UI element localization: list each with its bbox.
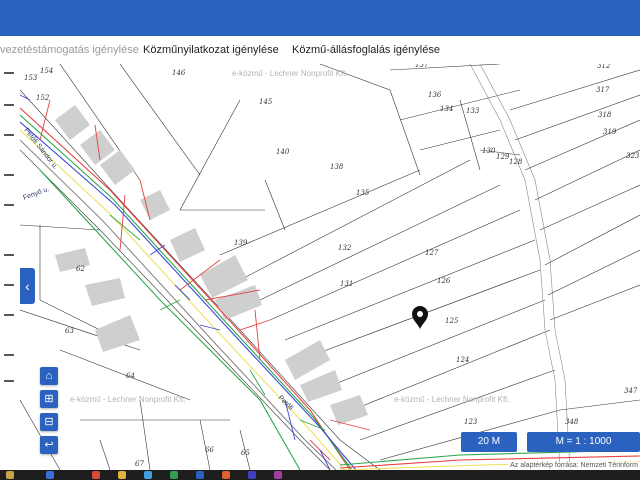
map-watermark: e-közmű - Lechner Nonprofit Kft. bbox=[70, 395, 186, 404]
panel-marker bbox=[4, 354, 14, 356]
parcel-label: 348 bbox=[565, 418, 579, 426]
tab-vezetestamogatas[interactable]: vezetéstámogatás igénylése bbox=[0, 44, 139, 56]
parcel-label: 132 bbox=[338, 244, 352, 252]
panel-marker bbox=[4, 104, 14, 106]
parcel-label: 152 bbox=[36, 94, 50, 102]
parcel-label: 131 bbox=[340, 280, 353, 288]
back-arrow-icon[interactable]: ↩ bbox=[40, 436, 58, 454]
parcel-label: 63 bbox=[65, 327, 74, 335]
tab-kozmu-allasfoglalas[interactable]: Közmű-állásfoglalás igénylése bbox=[292, 44, 440, 56]
zoom-out-icon[interactable]: ⊟ bbox=[40, 413, 58, 431]
app-header bbox=[0, 0, 640, 36]
taskbar-app-icon[interactable] bbox=[6, 471, 14, 479]
parcel-label: 123 bbox=[464, 418, 478, 426]
parcel-label: 347 bbox=[624, 387, 638, 395]
tab-bar: vezetéstámogatás igénylése Közműnyilatko… bbox=[0, 36, 640, 65]
parcel-label: 323 bbox=[626, 152, 640, 160]
parcel-boundaries bbox=[20, 64, 640, 470]
parcel-label: 146 bbox=[172, 69, 186, 77]
taskbar-app-icon[interactable] bbox=[92, 471, 100, 479]
panel-marker bbox=[4, 254, 14, 256]
taskbar-app-icon[interactable] bbox=[274, 471, 282, 479]
panel-marker bbox=[4, 314, 14, 316]
parcel-label: 126 bbox=[437, 277, 451, 285]
map-canvas[interactable]: 154 153 152 146 145 140 139 138 135 132 … bbox=[20, 64, 640, 470]
parcel-label: 129 bbox=[496, 153, 510, 161]
parcel-label: 153 bbox=[24, 74, 38, 82]
side-panel bbox=[0, 64, 21, 414]
parcel-label: 140 bbox=[276, 148, 290, 156]
map-pin-icon[interactable] bbox=[412, 306, 428, 329]
parcel-label: 134 bbox=[440, 105, 453, 113]
os-taskbar bbox=[0, 470, 640, 480]
parcel-label: 135 bbox=[356, 189, 370, 197]
taskbar-app-icon[interactable] bbox=[144, 471, 152, 479]
parcel-label: 138 bbox=[330, 163, 344, 171]
map-watermark: e-közmű - Lechner Nonprofit Kft. bbox=[394, 395, 510, 404]
parcel-label: 137 bbox=[415, 64, 429, 69]
parcel-label: 154 bbox=[40, 67, 53, 75]
scale-ratio[interactable]: M = 1 : 1000 bbox=[527, 432, 640, 452]
parcel-label: 317 bbox=[596, 86, 610, 94]
panel-marker bbox=[4, 134, 14, 136]
parcel-label: 145 bbox=[259, 98, 273, 106]
taskbar-app-icon[interactable] bbox=[46, 471, 54, 479]
parcel-label: 128 bbox=[509, 158, 523, 166]
panel-marker bbox=[4, 284, 14, 286]
parcel-label: 124 bbox=[456, 356, 469, 364]
parcel-label: 125 bbox=[445, 317, 459, 325]
map-watermark: e-közmű - Lechner Nonprofit Kft. bbox=[232, 69, 348, 78]
map-attribution: Az alaptérkép forrása: Nemzeti Térinform bbox=[508, 462, 640, 469]
building-footprints bbox=[55, 105, 368, 425]
street-label: Fenyő u. bbox=[22, 186, 50, 202]
parcel-label: 318 bbox=[598, 111, 612, 119]
panel-marker bbox=[4, 204, 14, 206]
parcel-label: 319 bbox=[603, 128, 617, 136]
parcel-label: 130 bbox=[482, 147, 496, 155]
taskbar-app-icon[interactable] bbox=[222, 471, 230, 479]
scale-distance: 20 M bbox=[461, 432, 517, 452]
parcel-label: 64 bbox=[126, 372, 135, 380]
taskbar-app-icon[interactable] bbox=[118, 471, 126, 479]
home-icon[interactable]: ⌂ bbox=[40, 367, 58, 385]
parcel-label: 312 bbox=[597, 64, 611, 70]
parcel-label: 65 bbox=[241, 449, 250, 457]
parcel-label: 66 bbox=[205, 446, 214, 454]
tab-kozmunyilatkozat[interactable]: Közműnyilatkozat igénylése bbox=[143, 44, 279, 56]
parcel-label: 136 bbox=[428, 91, 442, 99]
parcel-label: 67 bbox=[135, 460, 144, 468]
panel-marker bbox=[4, 174, 14, 176]
taskbar-app-icon[interactable] bbox=[248, 471, 256, 479]
taskbar-app-icon[interactable] bbox=[170, 471, 178, 479]
chevron-left-icon[interactable]: ‹ bbox=[20, 268, 35, 304]
parcel-label: 127 bbox=[425, 249, 439, 257]
parcel-label: 139 bbox=[234, 239, 248, 247]
parcel-label: 133 bbox=[466, 107, 480, 115]
panel-marker bbox=[4, 380, 14, 382]
taskbar-app-icon[interactable] bbox=[196, 471, 204, 479]
panel-marker bbox=[4, 72, 14, 74]
zoom-in-icon[interactable]: ⊞ bbox=[40, 390, 58, 408]
parcel-label: 62 bbox=[76, 265, 85, 273]
